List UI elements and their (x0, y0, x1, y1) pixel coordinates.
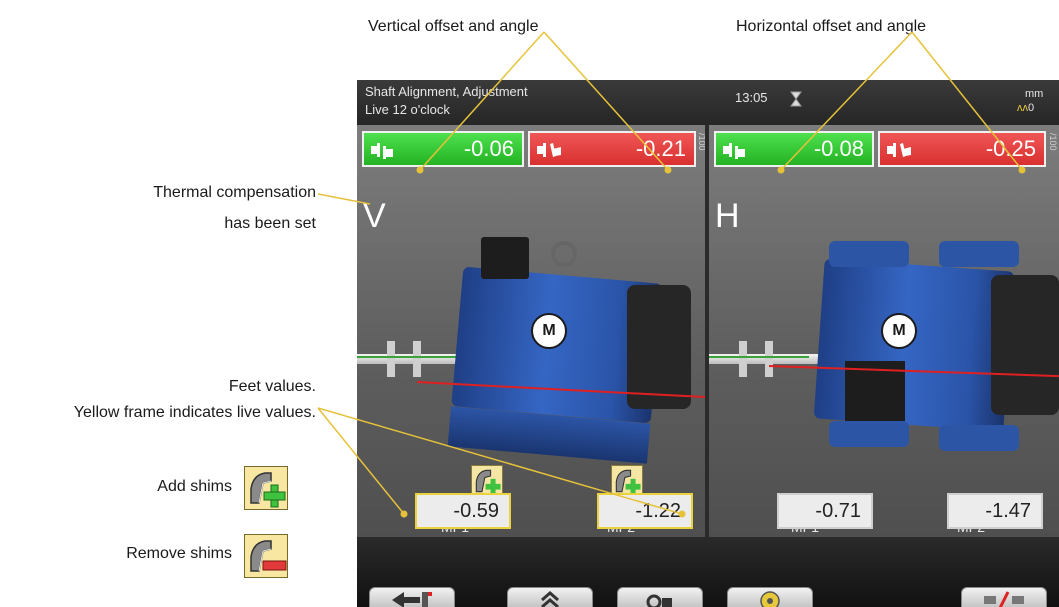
annotation-add-shims: Add shims (157, 478, 232, 495)
screen-title: Shaft Alignment, Adjustment (365, 84, 528, 99)
coupling-offset-icon (371, 143, 393, 159)
lock-button[interactable] (617, 587, 703, 607)
motor-badge: M (881, 313, 917, 349)
horizontal-plane-label: H (715, 197, 740, 235)
coupling-angle-icon (887, 143, 911, 157)
vertical-offset-value: -0.06 (362, 131, 524, 167)
per100-label: /100 (1048, 133, 1058, 151)
coupling-half (413, 341, 421, 377)
up-button[interactable] (507, 587, 593, 607)
horizontal-panel: -0.08 -0.25 /100 H M MF1 MF2 (709, 125, 1059, 537)
motor-badge: M (531, 313, 567, 349)
screen-subtitle: Live 12 o'clock (365, 102, 450, 117)
motor-foot (939, 241, 1019, 267)
coupling-half (387, 341, 395, 377)
gear-wheel-icon (760, 591, 780, 607)
add-shims-icon (615, 469, 641, 495)
settings-button[interactable] (727, 587, 813, 607)
reference-line (709, 356, 809, 358)
horizontal-foot-mf1-value: -0.71 (777, 493, 873, 529)
reference-line (357, 356, 457, 358)
flip-coupling-icon (984, 591, 1024, 607)
add-shims-icon (244, 466, 288, 510)
motor-foot (939, 425, 1019, 451)
coupling-half (739, 341, 747, 377)
back-button[interactable] (369, 587, 455, 607)
vertical-foot-mf2-value: -1.22 (597, 493, 693, 529)
terminal-box (481, 237, 529, 279)
hourglass-icon (790, 91, 802, 107)
vertical-panel: -0.06 -0.21 /100 V M (357, 125, 707, 537)
vertical-plane-label: V (363, 197, 386, 235)
horizontal-angle-value: -0.25 (878, 131, 1046, 167)
back-arrow-icon (392, 592, 432, 607)
thermal-compensation-icon: ᴧᴧ0 (1017, 102, 1035, 114)
double-chevron-up-icon (541, 591, 559, 607)
annotation-vertical: Vertical offset and angle (368, 18, 539, 35)
horizontal-foot-mf2-value: -1.47 (947, 493, 1043, 529)
add-shims-icon (475, 469, 501, 495)
motor-foot (829, 241, 909, 267)
annotation-thermal-line1: Thermal compensation (153, 184, 316, 201)
remove-shims-icon (244, 534, 288, 578)
vertical-foot-mf1-value: -0.59 (415, 493, 511, 529)
title-bar: Shaft Alignment, Adjustment Live 12 o'cl… (357, 80, 1059, 125)
bottom-toolbar: -0.59 -1.22 -0.71 -1.47 (357, 493, 1059, 607)
fan-cover (991, 275, 1059, 415)
coupling-half (765, 341, 773, 377)
coupling-offset-icon (723, 143, 745, 159)
annotation-remove-shims: Remove shims (126, 545, 232, 562)
clock: 13:05 (735, 90, 768, 105)
coupling-angle-icon (537, 143, 561, 157)
device-screen: Shaft Alignment, Adjustment Live 12 o'cl… (357, 80, 1059, 607)
fan-cover (627, 285, 691, 409)
annotation-horizontal: Horizontal offset and angle (736, 18, 927, 35)
lock-icon (646, 594, 672, 607)
lifting-eye (551, 241, 577, 267)
flip-button[interactable] (961, 587, 1047, 607)
motor-foot (829, 421, 909, 447)
annotation-thermal-line2: has been set (224, 215, 316, 232)
unit-label: mm (1025, 88, 1044, 100)
annotation-feet-line2: Yellow frame indicates live values. (73, 404, 316, 421)
horizontal-offset-value: -0.08 (714, 131, 874, 167)
motor-body (813, 258, 1015, 432)
annotation-feet-line1: Feet values. (228, 378, 316, 395)
vertical-angle-value: -0.21 (528, 131, 696, 167)
